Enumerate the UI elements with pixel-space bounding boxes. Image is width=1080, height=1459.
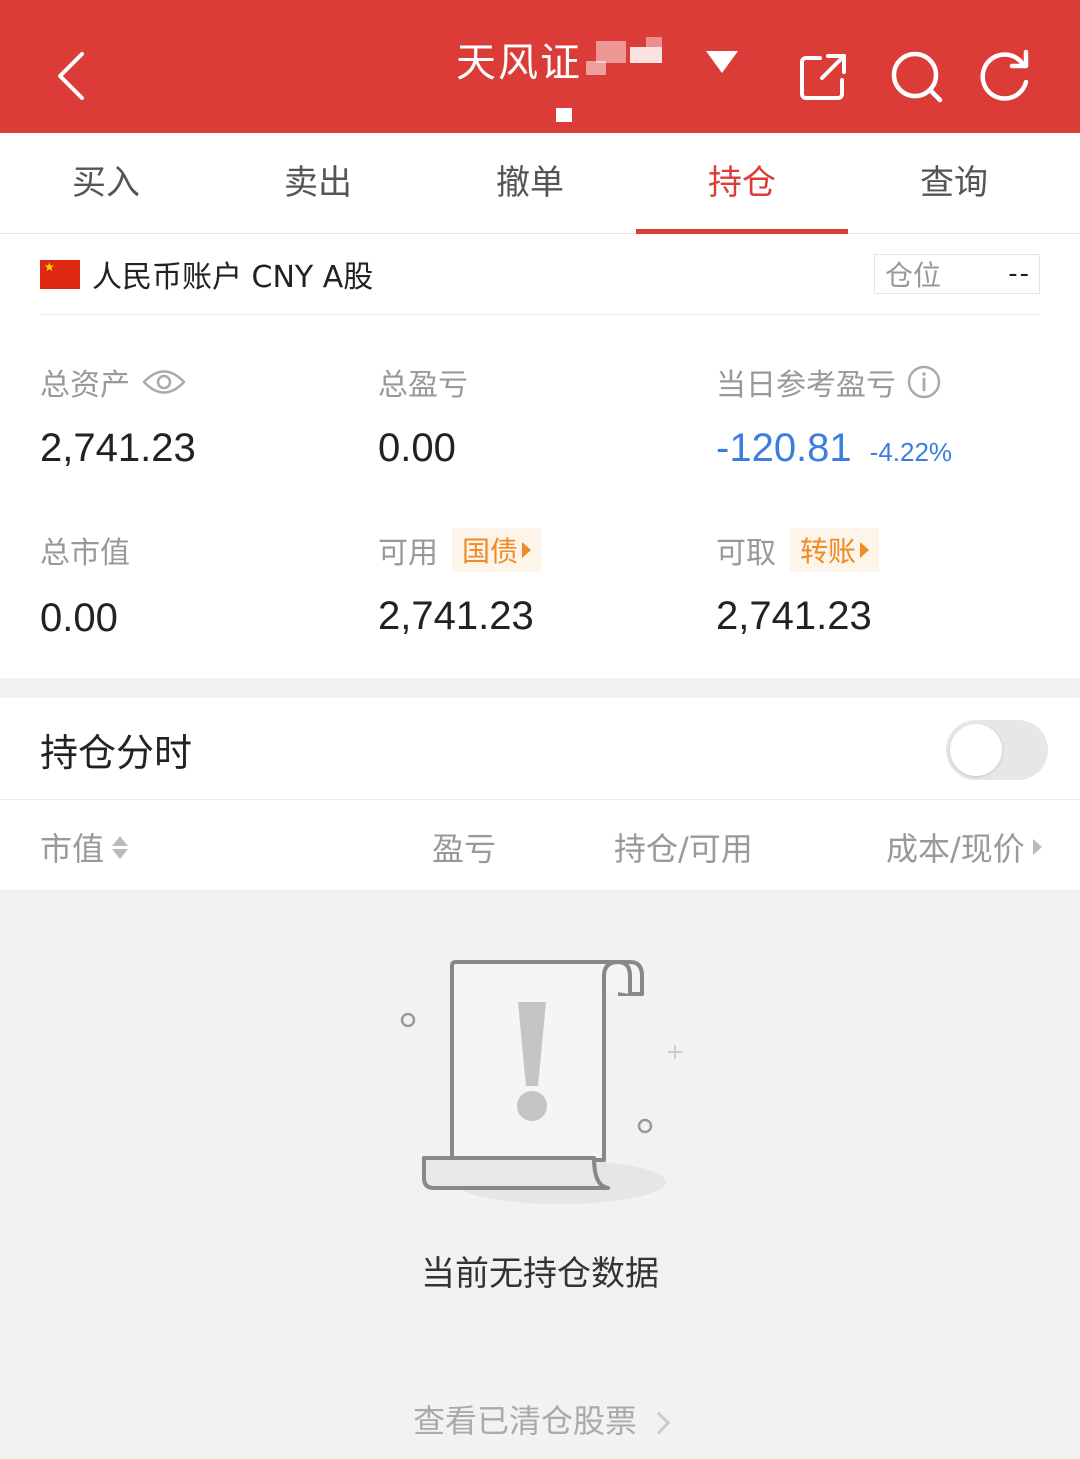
daily-pnl-label: 当日参考盈亏 — [716, 368, 896, 403]
treasury-bond-button[interactable]: 国债 — [452, 528, 542, 572]
transfer-button[interactable]: 转账 — [790, 528, 880, 572]
tab-sell[interactable]: 卖出 — [212, 133, 424, 233]
available-stat: 可用 国债 2,741.23 — [378, 528, 542, 639]
daily-pnl-value: -120.81 — [716, 426, 852, 470]
transfer-label: 转账 — [800, 535, 857, 568]
daily-pnl-stat: 当日参考盈亏 -120.81 -4.22% — [716, 360, 952, 471]
tab-holdings[interactable]: 持仓 — [636, 133, 848, 234]
total-pnl-label: 总盈亏 — [378, 368, 468, 403]
column-market-value-label: 市值 — [40, 830, 105, 868]
position-label: 仓位 — [885, 259, 942, 292]
column-pnl-label: 盈亏 — [432, 830, 497, 868]
holdings-intraday-title: 持仓分时 — [40, 731, 193, 775]
available-value: 2,741.23 — [378, 594, 534, 638]
account-name: 人民币账户 CNY A股 — [92, 260, 374, 295]
trade-tabs: 买入 卖出 撤单 持仓 查询 — [0, 133, 1080, 234]
treasury-bond-label: 国债 — [462, 535, 519, 568]
chevron-down-icon[interactable] — [706, 51, 738, 73]
share-icon[interactable] — [794, 44, 854, 108]
total-assets-label: 总资产 — [40, 368, 130, 403]
column-cost-label: 成本/现价 — [886, 830, 1025, 868]
account-summary-panel: 人民币账户 CNY A股 仓位 -- 总资产 2,741.23 总盈亏 0.00… — [0, 234, 1080, 678]
view-cleared-stocks-label: 查看已清仓股票 — [412, 1402, 637, 1440]
tab-query[interactable]: 查询 — [848, 133, 1060, 233]
holdings-intraday-toggle[interactable] — [946, 720, 1048, 780]
eye-icon[interactable] — [142, 367, 186, 397]
sort-icon — [112, 835, 129, 859]
info-icon[interactable] — [906, 364, 942, 400]
market-value-label: 总市值 — [40, 536, 130, 571]
total-assets-value: 2,741.23 — [40, 426, 196, 470]
refresh-icon[interactable] — [974, 44, 1034, 108]
caret-right-icon — [522, 542, 532, 558]
back-arrow-icon[interactable] — [48, 44, 96, 108]
empty-state-message: 当前无持仓数据 — [421, 1254, 659, 1294]
broker-title: 天风证 — [456, 40, 582, 86]
total-pnl-stat: 总盈亏 0.00 — [378, 360, 468, 471]
market-value-value: 0.00 — [40, 596, 118, 640]
empty-document-icon — [400, 960, 682, 1204]
withdrawable-stat: 可取 转账 2,741.23 — [716, 528, 880, 639]
holdings-column-header: 市值 盈亏 持仓/可用 成本/现价 — [0, 800, 1080, 890]
position-ratio-box: 仓位 -- — [874, 254, 1040, 294]
available-label: 可用 — [378, 536, 438, 571]
account-switcher[interactable]: 天风证 — [456, 30, 738, 88]
masked-title-text — [586, 37, 696, 81]
caret-right-icon — [1032, 839, 1042, 855]
app-header: 天风证 — [0, 0, 1080, 140]
position-value: -- — [1008, 259, 1031, 289]
withdrawable-label: 可取 — [716, 536, 776, 571]
daily-pnl-percent: -4.22% — [869, 437, 953, 467]
holdings-intraday-row: 持仓分时 — [0, 698, 1080, 800]
column-holding: 持仓/可用 — [614, 824, 753, 870]
view-cleared-stocks-link[interactable]: 查看已清仓股票 — [0, 1396, 1080, 1442]
account-row: 人民币账户 CNY A股 仓位 -- — [40, 234, 1040, 315]
tab-buy[interactable]: 买入 — [0, 133, 212, 233]
column-cost[interactable]: 成本/现价 — [886, 824, 1042, 870]
caret-right-icon — [860, 542, 870, 558]
withdrawable-value: 2,741.23 — [716, 594, 872, 638]
chevron-right-icon — [647, 1411, 671, 1435]
total-assets-stat: 总资产 2,741.23 — [40, 360, 196, 471]
search-icon[interactable] — [886, 44, 946, 108]
column-holding-label: 持仓/可用 — [614, 830, 753, 868]
column-market-value[interactable]: 市值 — [40, 824, 129, 870]
china-flag-icon — [40, 259, 80, 289]
tab-cancel-order[interactable]: 撤单 — [424, 133, 636, 233]
total-pnl-value: 0.00 — [378, 426, 456, 470]
column-pnl: 盈亏 — [432, 824, 496, 870]
market-value-stat: 总市值 0.00 — [40, 528, 130, 641]
